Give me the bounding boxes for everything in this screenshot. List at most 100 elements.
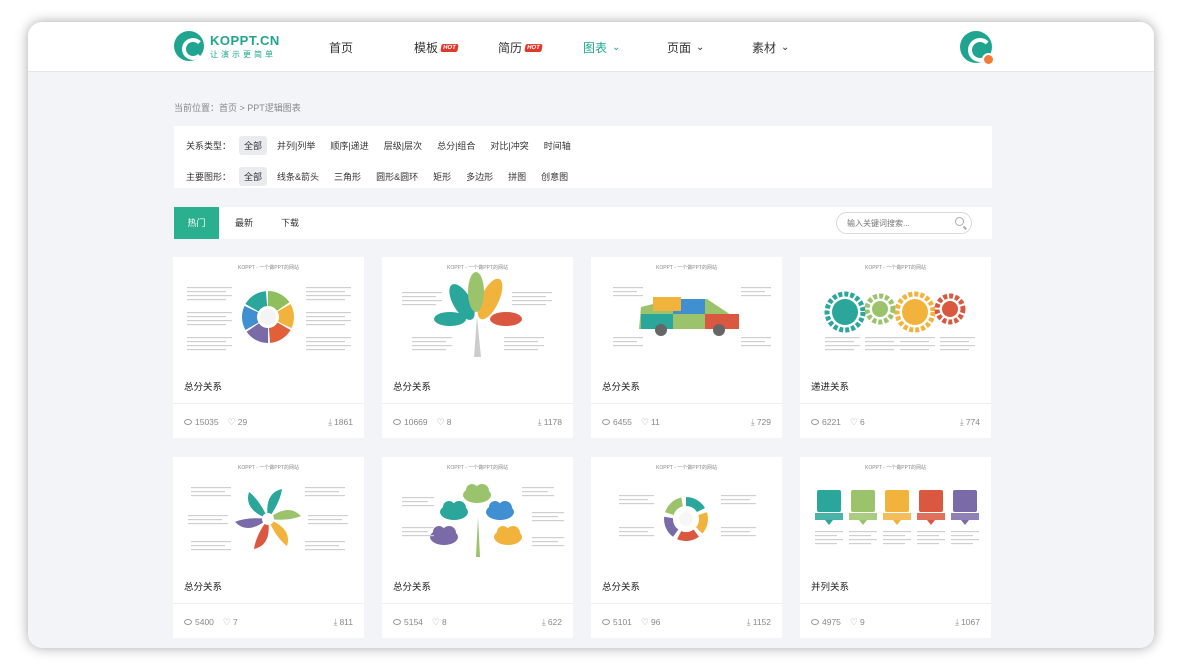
card-thumbnail[interactable]: KOPPT - 一个做PPT的网站	[800, 257, 991, 369]
shape-filter-option[interactable]: 圆形&圆环	[371, 167, 423, 186]
card-thumbnail[interactable]: KOPPT - 一个做PPT的网站	[173, 457, 364, 569]
card-stats: 6221 ♡ 6	[811, 417, 874, 427]
card-divider	[800, 603, 991, 604]
download-count: 1178	[543, 417, 562, 427]
download-stat[interactable]: ⤓ 1067	[955, 617, 980, 627]
nav-materials-label: 素材	[752, 41, 777, 55]
tab-hot[interactable]: 热门	[174, 207, 219, 239]
nav-home[interactable]: 首页	[329, 39, 353, 56]
eye-icon	[184, 419, 192, 425]
card-title[interactable]: 总分关系	[184, 579, 222, 593]
relation-filter-option[interactable]: 全部	[239, 136, 268, 155]
heart-icon[interactable]: ♡	[641, 617, 649, 627]
card-thumbnail[interactable]: KOPPT - 一个做PPT的网站	[591, 457, 782, 569]
relation-filter-option[interactable]: 并列|列举	[272, 136, 320, 155]
template-card[interactable]: KOPPT - 一个做PPT的网站 总分关系 15035 ♡ 29 ⤓ 1861	[173, 257, 364, 438]
chevron-down-icon: ⌄	[781, 42, 790, 53]
relation-filter-option[interactable]: 时间轴	[539, 136, 576, 155]
view-count: 6455	[613, 417, 632, 427]
relation-filter-option[interactable]: 层级|层次	[379, 136, 427, 155]
shape-filter-row: 主要图形： 全部 线条&箭头 三角形 圆形&圆环 矩形 多边形 拼图 创意图	[186, 167, 578, 186]
card-stats: 15035 ♡ 29	[184, 417, 256, 427]
tab-download[interactable]: 下载	[270, 207, 310, 239]
user-avatar[interactable]	[960, 31, 995, 66]
card-thumbnail[interactable]: KOPPT - 一个做PPT的网站	[382, 257, 573, 369]
shape-filter-option[interactable]: 多边形	[461, 167, 498, 186]
nav-charts[interactable]: 图表 ⌄	[583, 39, 620, 56]
nav-materials[interactable]: 素材 ⌄	[752, 39, 789, 56]
search-input[interactable]	[836, 212, 972, 234]
shape-filter-option[interactable]: 三角形	[329, 167, 366, 186]
download-stat[interactable]: ⤓ 774	[960, 417, 980, 427]
template-card[interactable]: KOPPT - 一个做PPT的网站 总分关系 6455 ♡ 11 ⤓ 729	[591, 257, 782, 438]
shape-filter-option[interactable]: 拼图	[503, 167, 531, 186]
download-count: 1861	[334, 417, 353, 427]
thumbnail-diagram	[187, 287, 351, 351]
shape-filter-option[interactable]: 创意图	[536, 167, 573, 186]
thumbnail-caption: KOPPT - 一个做PPT的网站	[237, 265, 300, 271]
template-card[interactable]: KOPPT - 一个做PPT的网站 并列关系 4975 ♡ 9 ⤓ 1067	[800, 457, 991, 638]
download-stat[interactable]: ⤓ 1152	[747, 617, 771, 627]
relation-filter-option[interactable]: 总分|组合	[432, 136, 480, 155]
thumbnail-diagram	[402, 272, 552, 357]
like-count: 6	[860, 417, 865, 427]
template-card[interactable]: KOPPT - 一个做PPT的网站 总分关系 5154 ♡ 8 ⤓ 622	[382, 457, 573, 638]
nav-templates[interactable]: 模板 HOT	[414, 39, 459, 56]
eye-icon	[602, 419, 610, 425]
shape-filter-label: 主要图形：	[186, 172, 232, 182]
heart-icon[interactable]: ♡	[223, 617, 231, 627]
shape-filter-option[interactable]: 矩形	[428, 167, 456, 186]
card-divider	[591, 603, 782, 604]
heart-icon[interactable]: ♡	[437, 417, 445, 427]
card-title[interactable]: 总分关系	[393, 379, 431, 393]
card-title[interactable]: 并列关系	[811, 579, 849, 593]
template-card[interactable]: KOPPT - 一个做PPT的网站 总分关系 10669 ♡ 8 ⤓ 1178	[382, 257, 573, 438]
download-stat[interactable]: ⤓ 729	[751, 417, 771, 427]
card-thumbnail[interactable]: KOPPT - 一个做PPT的网站	[173, 257, 364, 369]
nav-resume[interactable]: 简历 HOT	[498, 39, 543, 56]
download-icon: ⤓	[959, 416, 964, 427]
card-title[interactable]: 总分关系	[184, 379, 222, 393]
thumbnail-caption: KOPPT - 一个做PPT的网站	[655, 465, 718, 471]
nav-pages[interactable]: 页面 ⌄	[667, 39, 704, 56]
view-count: 6221	[822, 417, 841, 427]
thumbnail-diagram	[824, 291, 975, 351]
template-card[interactable]: KOPPT - 一个做PPT的网站递进关系 6221 ♡ 6 ⤓ 774	[800, 257, 991, 438]
download-stat[interactable]: ⤓ 811	[333, 617, 353, 627]
shape-filter-option[interactable]: 线条&箭头	[272, 167, 324, 186]
template-card[interactable]: KOPPT - 一个做PPT的网站 总分关系 5101 ♡ 96 ⤓ 1152	[591, 457, 782, 638]
view-count: 15035	[195, 417, 219, 427]
card-title[interactable]: 递进关系	[811, 379, 849, 393]
card-stats: 5400 ♡ 7	[184, 617, 247, 627]
download-stat[interactable]: ⤓ 1178	[538, 417, 562, 427]
nav-resume-label: 简历	[498, 41, 523, 55]
download-icon: ⤓	[537, 416, 542, 427]
card-divider	[591, 403, 782, 404]
heart-icon[interactable]: ♡	[850, 617, 858, 627]
shape-filter-option[interactable]: 全部	[239, 167, 268, 186]
relation-filter-option[interactable]: 顺序|递进	[325, 136, 373, 155]
card-title[interactable]: 总分关系	[393, 579, 431, 593]
download-stat[interactable]: ⤓ 1861	[328, 417, 353, 427]
tab-latest[interactable]: 最新	[224, 207, 264, 239]
view-count: 4975	[822, 617, 841, 627]
card-thumbnail[interactable]: KOPPT - 一个做PPT的网站	[800, 457, 991, 569]
download-stat[interactable]: ⤓ 622	[542, 617, 562, 627]
card-thumbnail[interactable]: KOPPT - 一个做PPT的网站	[382, 457, 573, 569]
heart-icon[interactable]: ♡	[228, 417, 236, 427]
thumbnail-caption: KOPPT - 一个做PPT的网站	[446, 465, 509, 471]
card-title[interactable]: 总分关系	[602, 579, 640, 593]
search-icon[interactable]	[955, 217, 964, 226]
breadcrumb: 当前位置：首页 > PPT逻辑图表	[174, 103, 301, 113]
heart-icon[interactable]: ♡	[432, 617, 440, 627]
template-card[interactable]: KOPPT - 一个做PPT的网站总分关系 5400 ♡ 7 ⤓ 811	[173, 457, 364, 638]
relation-filter-option[interactable]: 对比|冲突	[485, 136, 533, 155]
download-count: 1152	[752, 617, 771, 627]
heart-icon[interactable]: ♡	[850, 417, 858, 427]
thumbnail-diagram	[619, 495, 756, 541]
thumbnail-caption: KOPPT - 一个做PPT的网站	[655, 265, 718, 271]
card-title[interactable]: 总分关系	[602, 379, 640, 393]
card-thumbnail[interactable]: KOPPT - 一个做PPT的网站	[591, 257, 782, 369]
site-logo[interactable]: KOPPT.CN 让演示更简单	[174, 31, 280, 61]
heart-icon[interactable]: ♡	[641, 417, 649, 427]
